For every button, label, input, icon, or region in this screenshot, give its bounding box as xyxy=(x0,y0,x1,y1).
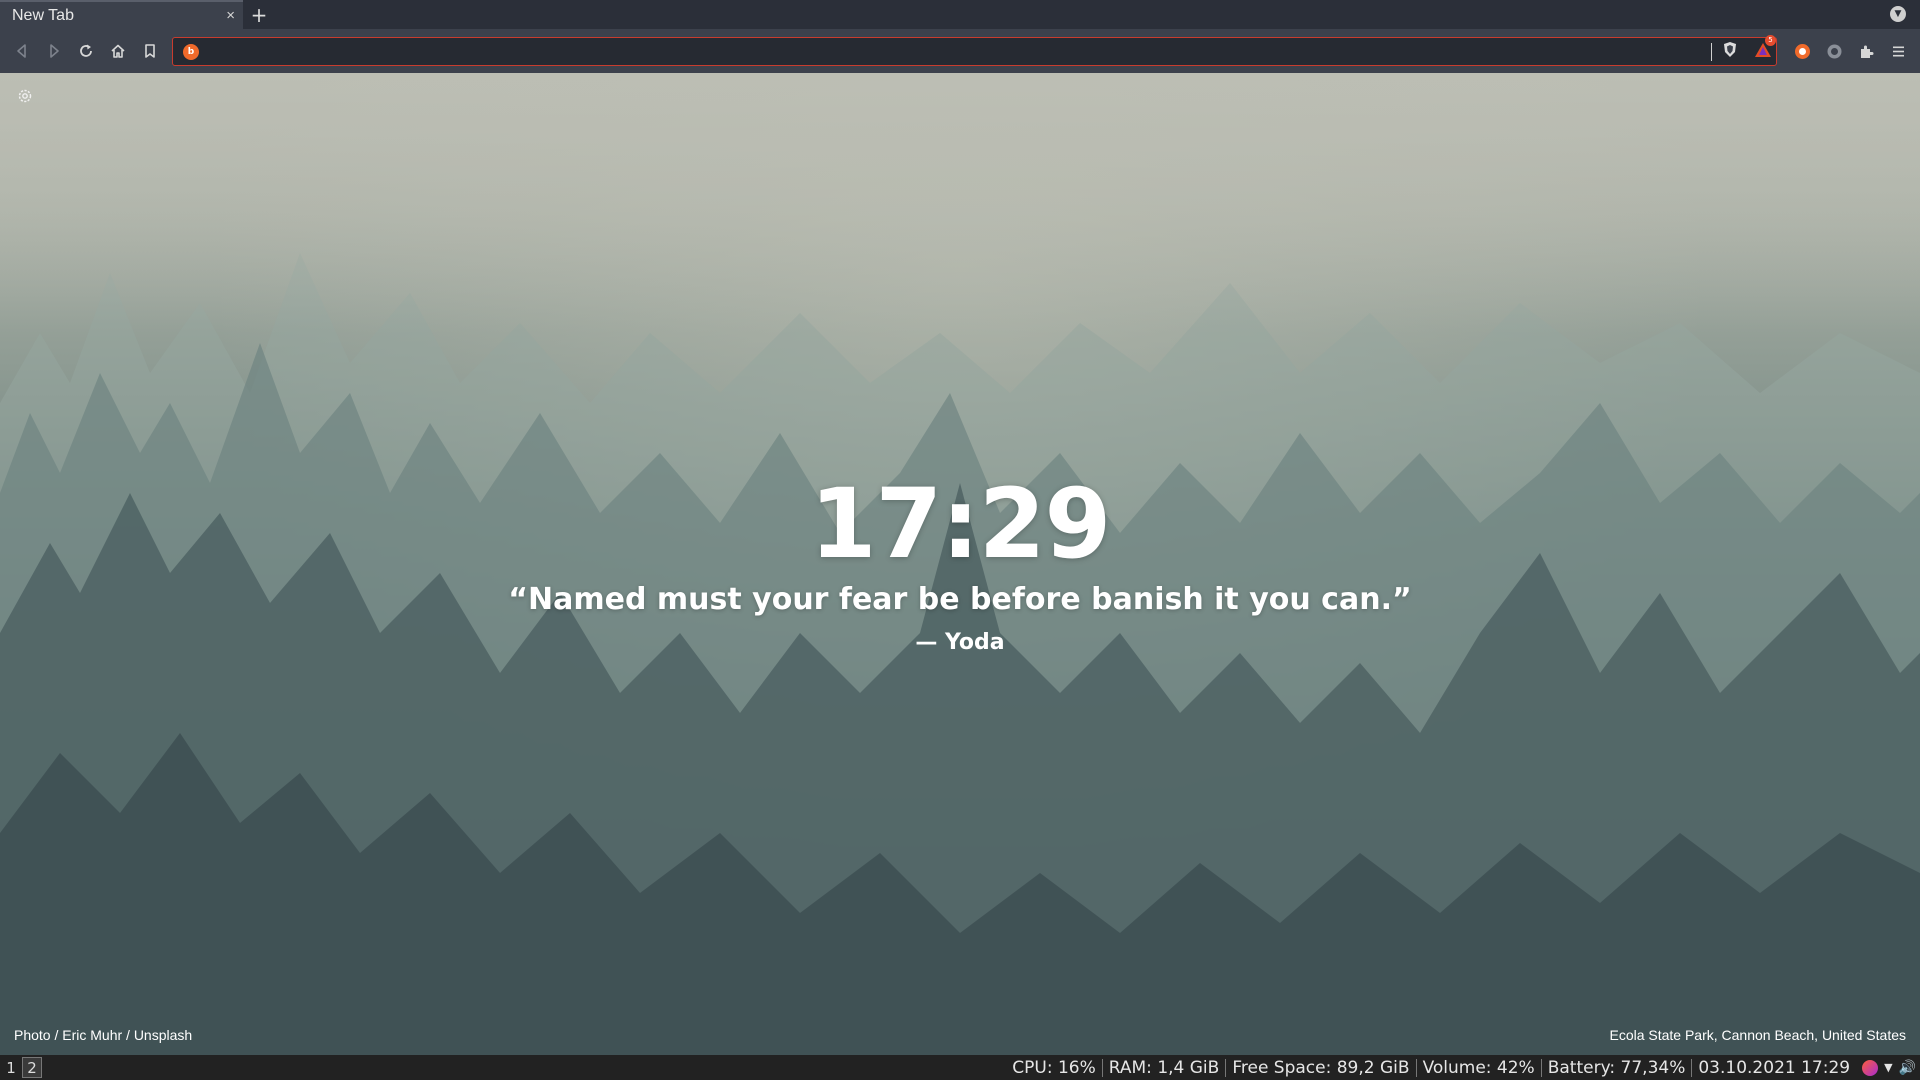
extensions-button[interactable] xyxy=(1850,35,1882,67)
ram-usage: RAM: 1,4 GiB xyxy=(1108,1057,1220,1078)
bookmark-icon xyxy=(145,44,155,58)
bookmark-button[interactable] xyxy=(134,35,166,67)
date-time: 03.10.2021 17:29 xyxy=(1698,1057,1851,1078)
cpu-usage: CPU: 16% xyxy=(1012,1057,1096,1078)
photo-credit[interactable]: Photo / Eric Muhr / Unsplash xyxy=(14,1027,192,1043)
photo-location[interactable]: Ecola State Park, Cannon Beach, United S… xyxy=(1609,1027,1906,1043)
brave-rewards-icon[interactable]: 5 xyxy=(1754,34,1776,62)
forward-icon xyxy=(50,44,59,58)
extensions-area xyxy=(1786,35,1914,67)
firefox-tray-icon[interactable] xyxy=(1862,1059,1879,1076)
quote-text: “Named must your fear be before banish i… xyxy=(508,582,1412,617)
workspace-2[interactable]: 2 xyxy=(22,1057,42,1078)
system-status-bar: 1 2 CPU: 16% RAM: 1,4 GiB Free Space: 89… xyxy=(0,1055,1920,1080)
extension-circle-icon xyxy=(1827,44,1841,58)
tab-new-tab[interactable]: New Tab × xyxy=(0,0,243,29)
tab-title: New Tab xyxy=(12,6,74,24)
tab-close-icon[interactable]: × xyxy=(226,7,235,24)
free-space: Free Space: 89,2 GiB xyxy=(1232,1057,1410,1078)
address-bar[interactable]: b 5 xyxy=(172,34,1777,66)
nav-buttons xyxy=(0,35,166,67)
status-segments: CPU: 16% RAM: 1,4 GiB Free Space: 89,2 G… xyxy=(1006,1055,1916,1080)
settings-icon[interactable] xyxy=(16,87,34,105)
reload-icon xyxy=(80,44,92,57)
forward-button[interactable] xyxy=(38,35,70,67)
volume-level: Volume: 42% xyxy=(1422,1057,1535,1078)
tab-list-icon[interactable]: ▼ xyxy=(1890,6,1906,22)
back-icon xyxy=(17,44,26,58)
reload-button[interactable] xyxy=(70,35,102,67)
home-icon xyxy=(111,44,125,58)
battery-level: Battery: 77,34% xyxy=(1547,1057,1686,1078)
new-tab-button[interactable]: + xyxy=(243,0,275,29)
tab-strip: New Tab × + ▼ xyxy=(0,0,1920,29)
quote-author: — Yoda xyxy=(915,630,1005,655)
url-input[interactable] xyxy=(207,39,1711,64)
extension-circle-button[interactable] xyxy=(1818,35,1850,67)
system-tray: ▼ 🔊 xyxy=(1856,1059,1916,1076)
brave-wallet-button[interactable] xyxy=(1786,35,1818,67)
extension-icon xyxy=(1860,45,1873,58)
menu-button[interactable] xyxy=(1882,35,1914,67)
home-button[interactable] xyxy=(102,35,134,67)
clock: 17:29 xyxy=(809,468,1112,580)
workspace-1[interactable]: 1 xyxy=(1,1057,21,1078)
browser-toolbar: b 5 xyxy=(0,29,1920,73)
speaker-icon[interactable]: 🔊 xyxy=(1899,1060,1916,1076)
brave-shield-icon[interactable] xyxy=(1722,41,1738,62)
brave-logo-icon: b xyxy=(183,43,199,60)
brave-lion-icon xyxy=(1794,43,1810,59)
new-tab-page: 17:29 “Named must your fear be before ba… xyxy=(0,73,1920,1055)
menu-icon xyxy=(1892,46,1904,56)
back-button[interactable] xyxy=(6,35,38,67)
wifi-icon[interactable]: ▼ xyxy=(1884,1061,1892,1074)
address-bar-divider xyxy=(1711,42,1712,61)
rewards-badge: 5 xyxy=(1765,34,1776,46)
